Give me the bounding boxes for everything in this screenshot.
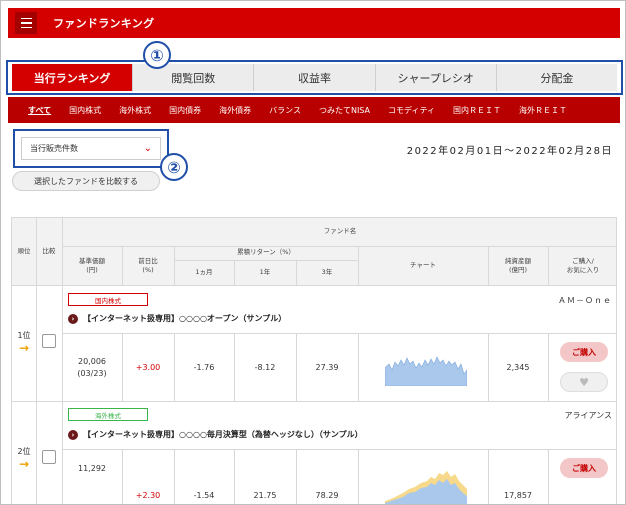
category-foreign-reit[interactable]: 海外ＲＥＩＴ	[519, 105, 567, 116]
category-foreign-bond[interactable]: 海外債券	[219, 105, 251, 116]
rank-cell: 1位 →	[12, 330, 36, 355]
return-3y-cell: 27.39	[315, 362, 339, 372]
screenshot-frame: ファンドランキング 当行ランキング 閲覧回数 収益率 シャープレシオ 分配金 ①…	[0, 0, 626, 505]
ranking-tabs: 当行ランキング 閲覧回数 収益率 シャープレシオ 分配金	[12, 64, 618, 91]
header-cumulative-returns: 累積リターン（%）	[237, 248, 295, 257]
header-buy-favorite: ご購入/ お気に入り	[566, 256, 600, 274]
callout-marker-2: ②	[160, 153, 188, 181]
category-badge: 海外株式	[68, 408, 148, 421]
compare-checkbox[interactable]	[42, 334, 56, 348]
fund-name-text: 【インターネット扱専用】○○○○毎月決算型（為替ヘッジなし）（サンプル）	[83, 430, 363, 439]
price-sparkline-chart[interactable]	[385, 463, 467, 505]
rank-label: 2位	[17, 447, 31, 456]
return-1y-cell: 21.75	[253, 491, 277, 500]
compare-funds-button[interactable]: 選択したファンドを比較する	[12, 171, 160, 191]
return-1m-cell: -1.54	[193, 491, 215, 500]
category-commodity[interactable]: コモディティ	[388, 105, 435, 116]
tab-sharpe-ratio[interactable]: シャープレシオ	[374, 64, 496, 91]
base-price-value: 20,006	[78, 356, 106, 366]
app-header: ファンドランキング	[8, 8, 620, 38]
header-return-1y: 1年	[259, 268, 271, 277]
header-base-price: 基準価額 (円)	[79, 256, 105, 274]
base-price-cell: 11,292	[78, 464, 106, 473]
category-tsumitate-nisa[interactable]: つみたてNISA	[319, 105, 370, 116]
price-sparkline-chart[interactable]	[385, 346, 467, 386]
fund-name-link[interactable]: › 【インターネット扱専用】○○○○オープン（サンプル）	[68, 313, 286, 324]
rank-cell: 2位 →	[12, 446, 36, 471]
heart-icon: ♥	[579, 375, 589, 389]
rank-label: 1位	[17, 331, 31, 340]
chevron-right-icon: ›	[68, 429, 78, 440]
header-return-1m: 1ヵ月	[195, 268, 213, 277]
compare-checkbox[interactable]	[42, 450, 56, 464]
table-row: 1位 → 国内株式 ＡＭ－Ｏｎｅ › 【インターネット扱専用】○○○○オープン（…	[12, 286, 616, 402]
sort-select[interactable]: 当行販売件数 ⌄	[21, 137, 161, 160]
sort-select-value: 当行販売件数	[30, 144, 78, 153]
hamburger-icon[interactable]	[15, 12, 37, 34]
header-return-3y: 3年	[321, 268, 333, 277]
header-net-assets: 純資産額 (億円)	[505, 256, 531, 274]
favorite-button[interactable]: ♥	[560, 372, 608, 392]
return-1m-cell: -1.76	[193, 362, 215, 372]
base-price-date: (03/23)	[77, 368, 107, 378]
category-bar: すべて 国内株式 海外株式 国内債券 海外債券 バランス つみたてNISA コモ…	[8, 97, 620, 123]
tab-distribution[interactable]: 分配金	[495, 64, 618, 91]
prev-change-cell: +3.00	[135, 362, 161, 372]
category-balance[interactable]: バランス	[269, 105, 301, 116]
header-prev-change: 前日比 (%)	[138, 256, 158, 274]
fund-name-text: 【インターネット扱専用】○○○○オープン（サンプル）	[83, 314, 287, 323]
category-foreign-stock[interactable]: 海外株式	[119, 105, 151, 116]
return-1y-cell: -8.12	[254, 362, 276, 372]
buy-button[interactable]: ご購入	[560, 458, 608, 478]
category-domestic-stock[interactable]: 国内株式	[69, 105, 101, 116]
net-assets-cell: 2,345	[506, 362, 530, 372]
category-domestic-bond[interactable]: 国内債券	[169, 105, 201, 116]
category-badge: 国内株式	[68, 293, 148, 306]
base-price-cell: 20,006 (03/23)	[62, 333, 122, 402]
callout-marker-1: ①	[143, 41, 171, 69]
tab-return-rate[interactable]: 収益率	[253, 64, 375, 91]
fund-manager: アライアンス	[564, 411, 612, 420]
fund-name-link[interactable]: › 【インターネット扱専用】○○○○毎月決算型（為替ヘッジなし）（サンプル）	[68, 429, 363, 440]
chevron-down-icon: ⌄	[143, 143, 152, 154]
fund-manager: ＡＭ－Ｏｎｅ	[558, 296, 612, 305]
net-assets-cell: 17,857	[504, 491, 532, 500]
prev-change-cell: +2.30	[135, 491, 161, 500]
page-title: ファンドランキング	[53, 17, 155, 30]
tab-bank-ranking[interactable]: 当行ランキング	[12, 64, 133, 91]
chevron-right-icon: ›	[68, 313, 78, 324]
header-chart: チャート	[410, 261, 436, 270]
ranking-table: 順位 比較 ファンド名 基準価額 (円) 前日比 (%) 累積リターン（%） 1…	[11, 217, 617, 505]
tab-view-count[interactable]: 閲覧回数	[132, 64, 254, 91]
table-header: 順位 比較 ファンド名 基準価額 (円) 前日比 (%) 累積リターン（%） 1…	[12, 218, 616, 286]
category-all[interactable]: すべて	[28, 105, 51, 116]
header-fund-name: ファンド名	[323, 227, 357, 236]
table-row: 2位 → 海外株式 アライアンス › 【インターネット扱専用】○○○○毎月決算型…	[12, 402, 616, 505]
category-domestic-reit[interactable]: 国内ＲＥＩＴ	[453, 105, 501, 116]
buy-button[interactable]: ご購入	[560, 342, 608, 362]
arrow-right-icon: →	[18, 457, 30, 471]
header-compare: 比較	[42, 247, 56, 256]
header-rank: 順位	[17, 247, 31, 256]
arrow-right-icon: →	[18, 341, 30, 355]
return-3y-cell: 78.29	[315, 491, 339, 500]
date-range: 2022年02月01日～2022年02月28日	[406, 146, 613, 157]
